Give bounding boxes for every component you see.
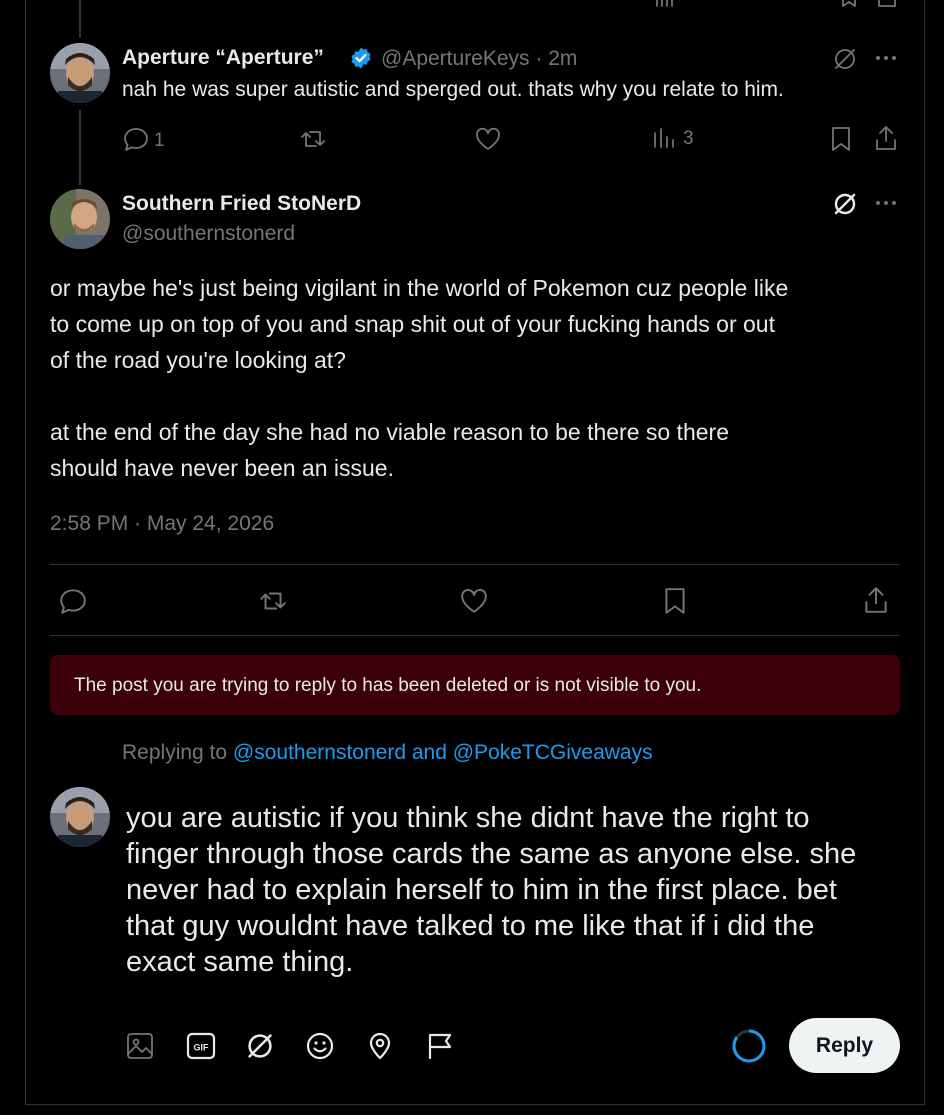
tweet2-text-line: of the road you're looking at? xyxy=(50,347,346,373)
tweet2-display-name[interactable]: Southern Fried StoNerD xyxy=(122,192,361,216)
share-button[interactable] xyxy=(873,124,899,152)
retweet-button[interactable] xyxy=(258,586,288,616)
gif-icon[interactable]: GIF xyxy=(186,1031,216,1061)
reply-icon xyxy=(122,125,150,153)
like-icon xyxy=(459,586,489,616)
error-banner: The post you are trying to reply to has … xyxy=(50,655,900,715)
tweet1-display-name[interactable]: Aperture “Aperture” xyxy=(122,46,324,70)
reply-textarea[interactable]: you are autistic if you think she didnt … xyxy=(126,800,906,980)
tweet1-text: nah he was super autistic and sperged ou… xyxy=(122,78,784,101)
replying-to: Replying to @southernstonerd and @PokeTC… xyxy=(122,741,653,765)
tweet1-handle-time[interactable]: @ApertureKeys · 2m xyxy=(381,47,577,71)
thread-line-middle xyxy=(79,110,81,185)
grok-icon[interactable] xyxy=(245,1031,275,1061)
bookmark-icon xyxy=(828,125,854,153)
gif-label: GIF xyxy=(194,1043,210,1053)
composer-line: never had to explain herself to him in t… xyxy=(126,874,837,906)
tweet2-text-line: to come up on top of you and snap shit o… xyxy=(50,311,775,337)
retweet-icon xyxy=(258,586,288,616)
avatar-aperture[interactable] xyxy=(50,43,110,103)
avatar-southernstonerd[interactable] xyxy=(50,189,110,249)
retweet-icon xyxy=(299,125,327,153)
tweet2-text-line: at the end of the day she had no viable … xyxy=(50,419,729,445)
replying-user-link[interactable]: @southernstonerd xyxy=(233,741,406,764)
retweet-button[interactable] xyxy=(299,125,327,153)
like-icon xyxy=(474,125,502,153)
flag-icon[interactable] xyxy=(425,1031,455,1061)
bookmark-icon xyxy=(661,586,689,616)
composer-line: that guy wouldnt have talked to me like … xyxy=(126,910,815,942)
share-button[interactable] xyxy=(862,585,890,615)
char-count-ring xyxy=(731,1028,767,1064)
composer-line: exact same thing. xyxy=(126,946,354,978)
like-button[interactable] xyxy=(459,586,489,616)
prev-action-row xyxy=(0,0,944,8)
tweet2-handle[interactable]: @southernstonerd xyxy=(122,222,295,246)
emoji-icon[interactable] xyxy=(305,1031,335,1061)
bookmark-button[interactable] xyxy=(828,125,854,153)
reply-count: 1 xyxy=(154,130,165,151)
tweet2-timestamp[interactable]: 2:58 PM · May 24, 2026 xyxy=(50,512,274,536)
composer-line: you are autistic if you think she didnt … xyxy=(126,802,810,834)
divider xyxy=(50,635,900,636)
reply-icon xyxy=(58,586,88,616)
views-icon xyxy=(651,125,677,151)
error-message: The post you are trying to reply to has … xyxy=(74,675,702,696)
reply-button[interactable]: 1 xyxy=(122,125,165,153)
views-count: 3 xyxy=(683,128,694,149)
grok-icon[interactable] xyxy=(832,191,858,217)
tweet2-body: or maybe he's just being vigilant in the… xyxy=(50,270,788,486)
location-icon[interactable] xyxy=(365,1031,395,1061)
grok-icon[interactable] xyxy=(832,46,858,72)
verified-badge-icon xyxy=(349,46,373,70)
bookmark-button[interactable] xyxy=(661,586,689,616)
more-icon[interactable] xyxy=(874,48,898,68)
replying-prefix: Replying to xyxy=(122,741,228,764)
composer-line: finger through those cards the same as a… xyxy=(126,838,857,870)
like-button[interactable] xyxy=(474,125,502,153)
more-icon[interactable] xyxy=(874,193,898,213)
replying-user-link[interactable]: @PokeTCGiveaways xyxy=(453,741,653,764)
replying-conj: and xyxy=(411,741,447,764)
tweet2-text-line: or maybe he's just being vigilant in the… xyxy=(50,275,789,301)
tweet2-text-line: should have never been an issue. xyxy=(50,455,394,481)
media-icon[interactable] xyxy=(125,1031,155,1061)
divider xyxy=(50,564,900,565)
views-button[interactable]: 3 xyxy=(651,125,694,151)
avatar-composer[interactable] xyxy=(50,787,110,847)
reply-submit-button[interactable]: Reply xyxy=(789,1018,900,1073)
share-icon xyxy=(862,585,890,615)
reply-button[interactable] xyxy=(58,586,88,616)
share-icon xyxy=(873,124,899,152)
